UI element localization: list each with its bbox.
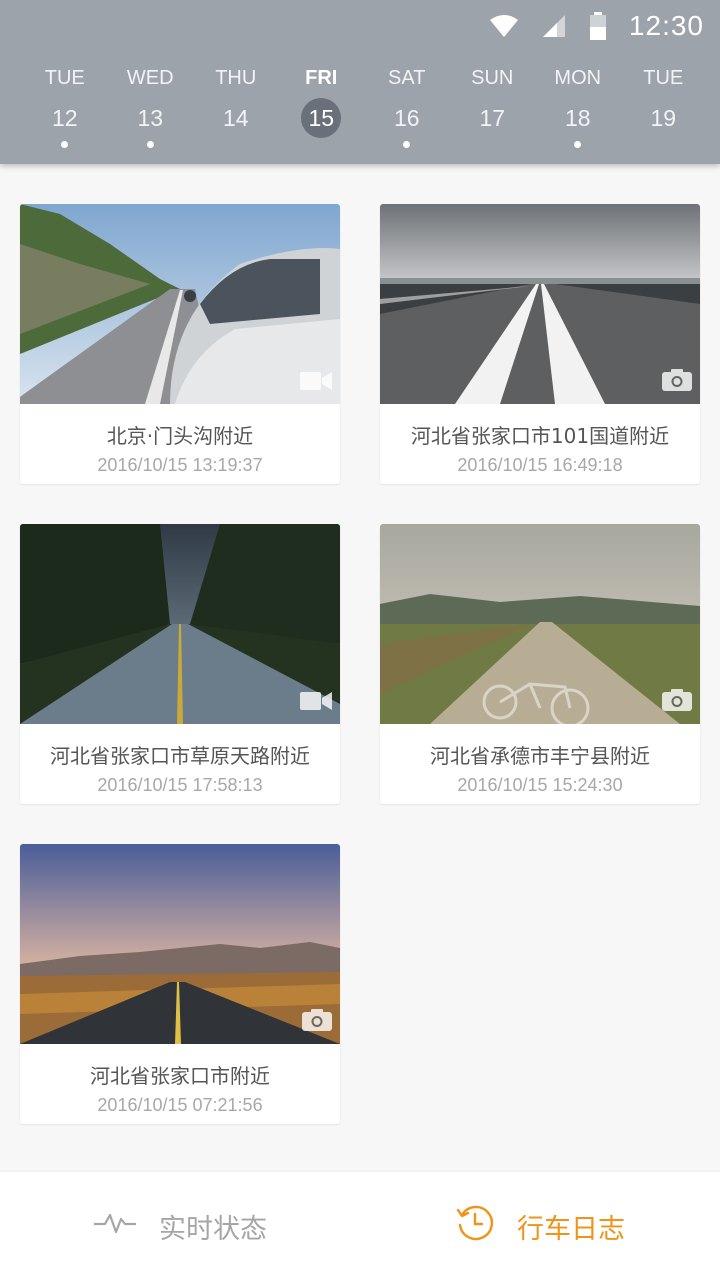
calendar-header: 12:30 TUE 12 WED 13 THU 14 FRI 15 SAT 16 [0,0,720,164]
entry-indicator [574,141,582,148]
day-number: 15 [301,98,342,138]
day-of-week: FRI [305,67,338,89]
day-sat-16[interactable]: SAT 16 [364,62,450,148]
log-entry-card[interactable]: 河北省承德市丰宁县附近 2016/10/15 15:24:30 [380,524,700,804]
day-wed-13[interactable]: WED 13 [108,62,194,148]
entry-photo-sunset-road-mountains [20,844,340,1044]
week-strip: TUE 12 WED 13 THU 14 FRI 15 SAT 16 SUN 1… [22,62,706,148]
cell-signal-icon [541,13,567,39]
day-tue-19[interactable]: TUE 19 [621,62,707,148]
entry-photo-car-mountain-road [20,204,340,404]
day-number: 18 [564,105,591,131]
entry-location: 北京·门头沟附近 [106,424,254,448]
day-number: 19 [650,105,677,131]
day-number: 13 [137,105,164,131]
entry-timestamp: 2016/10/15 13:19:37 [97,455,263,475]
tab-driving-log[interactable]: 行车日志 [360,1172,720,1280]
wifi-icon [489,14,519,38]
day-number: 16 [393,105,420,131]
video-icon [300,691,332,716]
day-number: 12 [51,105,78,131]
bottom-nav: 实时状态 行车日志 [0,1172,720,1280]
day-of-week: SUN [471,67,514,89]
entry-photo-forest-road-dusk [20,524,340,724]
day-sun-17[interactable]: SUN 17 [450,62,536,148]
status-bar: 12:30 [0,0,720,52]
day-fri-15[interactable]: FRI 15 [279,62,365,148]
log-entry-card[interactable]: 河北省张家口市草原天路附近 2016/10/15 17:58:13 [20,524,340,804]
tab-realtime-status[interactable]: 实时状态 [0,1172,360,1280]
day-tue-12[interactable]: TUE 12 [22,62,108,148]
entry-timestamp: 2016/10/15 17:58:13 [97,775,263,795]
log-entry-card[interactable]: 河北省张家口市附近 2016/10/15 07:21:56 [20,844,340,1124]
entry-location: 河北省承德市丰宁县附近 [430,744,650,768]
tab-label: 行车日志 [517,1213,625,1245]
clock: 12:30 [628,10,704,41]
day-number: 14 [222,105,249,131]
entry-timestamp: 2016/10/15 15:24:30 [457,775,623,795]
day-number: 17 [479,105,506,131]
day-of-week: THU [215,67,257,89]
entry-indicator [146,141,154,148]
log-entry-card[interactable]: 河北省张家口市101国道附近 2016/10/15 16:49:18 [380,204,700,484]
entry-location: 河北省张家口市附近 [90,1064,270,1088]
entry-indicator [61,141,69,148]
history-icon [455,1203,495,1250]
entry-timestamp: 2016/10/15 16:49:18 [457,455,623,475]
day-mon-18[interactable]: MON 18 [535,62,621,148]
battery-icon [589,12,607,40]
video-icon [300,371,332,396]
day-thu-14[interactable]: THU 14 [193,62,279,148]
tab-label: 实时状态 [159,1213,267,1245]
entry-timestamp: 2016/10/15 07:21:56 [97,1095,263,1115]
entry-indicator [403,141,411,148]
entry-location: 河北省张家口市101国道附近 [410,424,670,448]
day-of-week: WED [126,67,174,89]
pulse-icon [93,1209,137,1244]
day-of-week: TUE [44,67,85,89]
camera-icon [302,1009,332,1036]
camera-icon [662,689,692,716]
day-of-week: TUE [643,67,684,89]
entry-photo-country-road-bicycle [380,524,700,724]
entry-location: 河北省张家口市草原天路附近 [50,744,310,768]
log-entry-card[interactable]: 北京·门头沟附近 2016/10/15 13:19:37 [20,204,340,484]
day-of-week: SAT [388,67,426,89]
camera-icon [662,369,692,396]
day-of-week: MON [554,67,602,89]
entry-photo-highway-center-line [380,204,700,404]
